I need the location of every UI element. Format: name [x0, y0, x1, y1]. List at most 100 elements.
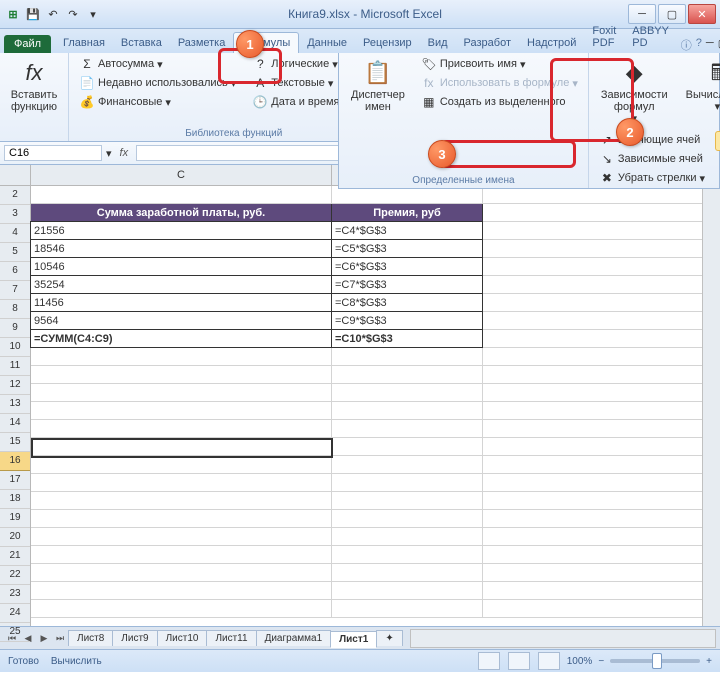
sheet-tab[interactable]: Диаграмма1: [256, 630, 332, 646]
file-tab[interactable]: Файл: [4, 35, 51, 53]
cell[interactable]: =C8*$G$3: [331, 293, 483, 312]
tab-addins[interactable]: Надстрой: [519, 33, 584, 53]
cell[interactable]: [332, 492, 483, 510]
sheet-tab[interactable]: Лист9: [112, 630, 157, 646]
cell[interactable]: [332, 402, 483, 420]
page-break-view-button[interactable]: [538, 652, 560, 670]
cell[interactable]: [31, 420, 332, 438]
cell[interactable]: [332, 348, 483, 366]
cell[interactable]: 35254: [30, 275, 332, 294]
cell[interactable]: [332, 474, 483, 492]
cell[interactable]: [483, 240, 720, 258]
cell[interactable]: [483, 312, 720, 330]
row-header[interactable]: 24: [0, 604, 30, 623]
recent-button[interactable]: 📄Недавно использовались ▾: [75, 74, 240, 92]
row-header[interactable]: 14: [0, 414, 30, 433]
cell[interactable]: [31, 456, 332, 474]
tab-layout[interactable]: Разметка: [170, 33, 234, 53]
calculation-button[interactable]: 🖩 Вычисление ▾: [680, 55, 720, 127]
name-box[interactable]: [4, 145, 102, 161]
cell[interactable]: [332, 420, 483, 438]
cell[interactable]: =C7*$G$3: [331, 275, 483, 294]
cell[interactable]: [31, 582, 332, 600]
cell[interactable]: [332, 600, 483, 618]
financial-button[interactable]: 💰Финансовые ▾: [75, 93, 240, 111]
tab-data[interactable]: Данные: [299, 33, 355, 53]
fx-label-icon[interactable]: fx: [112, 147, 137, 159]
redo-icon[interactable]: ↷: [64, 5, 82, 23]
cell[interactable]: [483, 384, 720, 402]
cell[interactable]: 10546: [30, 257, 332, 276]
row-header[interactable]: 15: [0, 433, 30, 452]
cell[interactable]: [31, 510, 332, 528]
row-header[interactable]: 4: [0, 224, 30, 243]
remove-arrows-button[interactable]: ✖Убрать стрелки ▾: [595, 169, 709, 187]
cell[interactable]: [31, 474, 332, 492]
trace-dependents-button[interactable]: ↘Зависимые ячей: [595, 150, 709, 168]
save-icon[interactable]: 💾: [24, 5, 42, 23]
zoom-slider[interactable]: [610, 659, 700, 663]
row-header[interactable]: 3: [0, 205, 30, 224]
horizontal-scrollbar[interactable]: [410, 629, 716, 648]
name-manager-button[interactable]: 📋 Диспетчер имен: [345, 55, 411, 173]
tab-insert[interactable]: Вставка: [113, 33, 170, 53]
sheet-tab-active[interactable]: Лист1: [330, 631, 377, 648]
row-header[interactable]: 17: [0, 471, 30, 490]
cell[interactable]: [483, 366, 720, 384]
cell[interactable]: [31, 186, 332, 204]
assign-name-button[interactable]: 🏷Присвоить имя ▾: [417, 55, 582, 73]
undo-icon[interactable]: ↶: [44, 5, 62, 23]
zoom-in-button[interactable]: +: [706, 656, 712, 667]
text-button[interactable]: AТекстовые ▾: [248, 74, 352, 92]
tab-foxit[interactable]: Foxit PDF: [584, 21, 624, 53]
normal-view-button[interactable]: [478, 652, 500, 670]
cell[interactable]: [31, 528, 332, 546]
row-header[interactable]: 21: [0, 547, 30, 566]
cell[interactable]: =C9*$G$3: [331, 311, 483, 330]
cell[interactable]: [483, 330, 720, 348]
row-header[interactable]: 16: [0, 452, 30, 471]
cell[interactable]: [31, 438, 332, 456]
cell[interactable]: [31, 348, 332, 366]
cell[interactable]: Премия, руб: [332, 204, 483, 222]
row-header[interactable]: 6: [0, 262, 30, 281]
create-from-selection-button[interactable]: ▦Создать из выделенного: [417, 93, 582, 111]
cell[interactable]: 18546: [30, 239, 332, 258]
cell[interactable]: [483, 348, 720, 366]
insert-function-button[interactable]: fx Вставить функцию: [6, 55, 62, 115]
row-header[interactable]: 5: [0, 243, 30, 262]
trace-precedents-button[interactable]: ↗Влияющие ячей: [595, 131, 709, 149]
row-header[interactable]: 10: [0, 338, 30, 357]
logical-button[interactable]: ?Логические ▾: [248, 55, 352, 73]
cell[interactable]: [332, 546, 483, 564]
cell[interactable]: [31, 492, 332, 510]
cell[interactable]: [483, 546, 720, 564]
cell[interactable]: [483, 474, 720, 492]
cell[interactable]: =C4*$G$3: [331, 221, 483, 240]
cell[interactable]: Сумма заработной платы, руб.: [31, 204, 332, 222]
cell[interactable]: [483, 582, 720, 600]
cell[interactable]: [483, 402, 720, 420]
cell[interactable]: 11456: [30, 293, 332, 312]
row-header[interactable]: 19: [0, 509, 30, 528]
cell[interactable]: =СУММ(C4:C9): [30, 329, 332, 348]
autosum-button[interactable]: ΣАвтосумма ▾: [75, 55, 240, 73]
cell[interactable]: [31, 402, 332, 420]
sheet-tab[interactable]: Лист11: [206, 630, 256, 646]
vertical-scrollbar[interactable]: [702, 186, 720, 626]
cell[interactable]: [483, 564, 720, 582]
datetime-button[interactable]: 🕒Дата и время ▾: [248, 93, 352, 111]
row-header[interactable]: 8: [0, 300, 30, 319]
row-header[interactable]: 7: [0, 281, 30, 300]
cell[interactable]: =C5*$G$3: [331, 239, 483, 258]
minimize-ribbon-icon[interactable]: ⓘ: [681, 37, 692, 53]
sheet-tab[interactable]: Лист10: [157, 630, 208, 646]
new-sheet-tab[interactable]: ✦: [376, 630, 402, 646]
cell[interactable]: [483, 492, 720, 510]
cell[interactable]: [332, 582, 483, 600]
cell[interactable]: [31, 546, 332, 564]
error-check-button[interactable]: ⚠Проверка наличия ошибок ▾: [715, 152, 720, 170]
row-header[interactable]: 11: [0, 357, 30, 376]
tab-home[interactable]: Главная: [55, 33, 113, 53]
tab-nav-next[interactable]: ▶: [36, 630, 52, 646]
